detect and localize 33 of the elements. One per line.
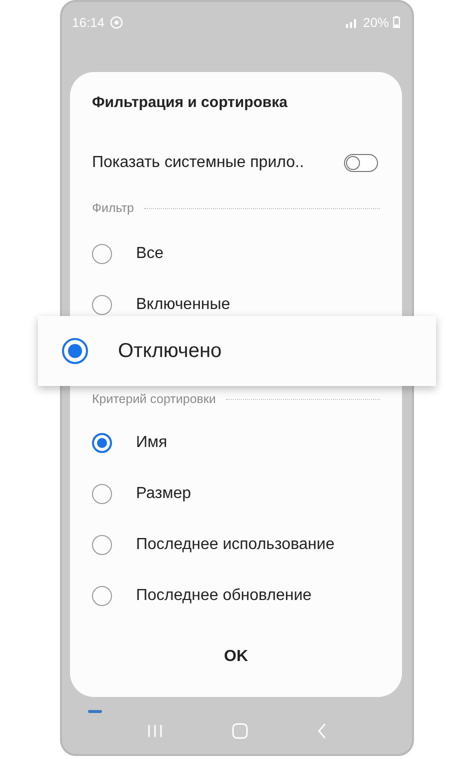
radio-option[interactable]: Последнее обновление — [70, 570, 402, 621]
section-header: Фильтр — [92, 201, 134, 215]
highlighted-option[interactable]: Отключено — [38, 316, 436, 386]
ok-button[interactable]: OK — [210, 642, 262, 672]
option-label: Размер — [136, 484, 191, 502]
signal-icon — [344, 16, 359, 28]
radio-option[interactable]: Имя — [70, 417, 402, 468]
home-icon[interactable] — [232, 722, 248, 738]
radio-button[interactable] — [92, 586, 112, 606]
eye-icon — [110, 16, 123, 28]
toggle-label: Показать системные прило.. — [92, 154, 305, 172]
section-header: Критерий сортировки — [92, 392, 216, 406]
radio-button[interactable] — [92, 294, 112, 314]
toggle-switch[interactable] — [344, 154, 378, 172]
option-label: Отключено — [118, 340, 222, 362]
radio-button[interactable] — [92, 484, 112, 504]
option-label: Все — [136, 244, 164, 262]
battery-icon — [393, 16, 400, 28]
back-icon[interactable] — [317, 722, 328, 738]
option-label: Имя — [136, 434, 168, 452]
radio-option[interactable]: Размер — [70, 468, 402, 519]
radio-button[interactable] — [62, 338, 88, 364]
recent-apps-icon[interactable] — [146, 724, 163, 738]
dialog-title: Фильтрация и сортировка — [91, 93, 288, 113]
option-label: Последнее использование — [136, 536, 334, 554]
option-label: Последнее обновление — [136, 586, 312, 604]
radio-option[interactable]: Последнее использование — [70, 519, 402, 570]
radio-button[interactable] — [92, 534, 112, 554]
radio-option[interactable]: Все — [70, 228, 402, 279]
radio-button[interactable] — [92, 432, 112, 452]
scroll-indicator — [88, 710, 102, 713]
radio-button[interactable] — [92, 244, 112, 264]
option-label: Включенные — [136, 296, 230, 314]
